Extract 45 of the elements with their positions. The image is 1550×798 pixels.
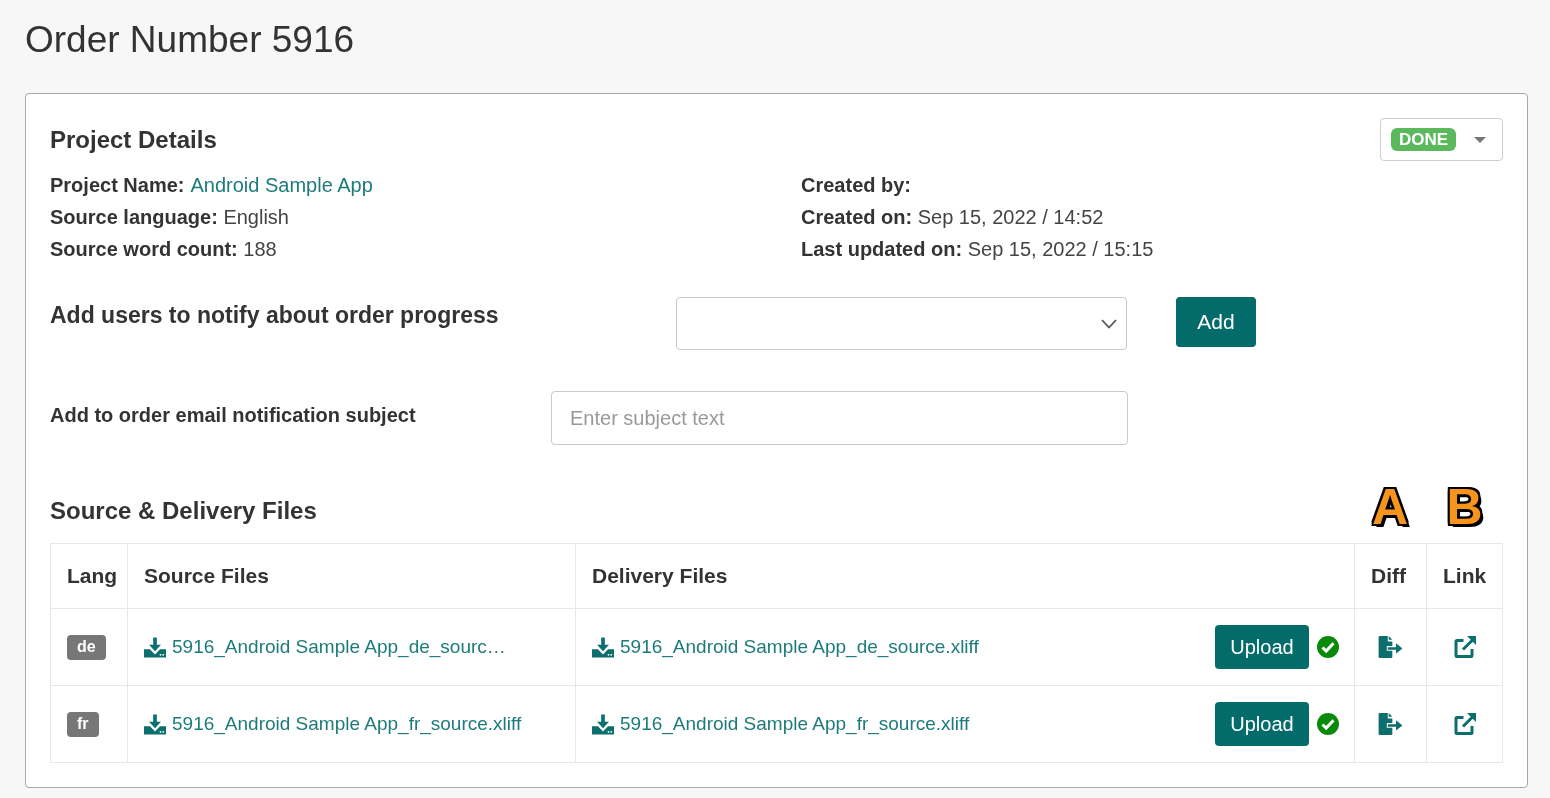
subject-input[interactable]: Enter subject text (551, 391, 1128, 445)
language-badge: de (67, 634, 106, 660)
file-arrow-icon[interactable] (1378, 713, 1403, 735)
external-link-icon[interactable] (1454, 713, 1476, 735)
add-button[interactable]: Add (1176, 297, 1256, 347)
file-link[interactable]: 5916_Android Sample App_de_sourc… (144, 636, 506, 658)
download-icon (592, 636, 614, 658)
field-label: Source language: (50, 206, 218, 228)
chevron-down-icon (1101, 318, 1117, 329)
field-label: Add to order email notification subject (50, 403, 417, 428)
field-label: Created by: (801, 174, 912, 196)
field-value: Sep 15, 2022 / 14:52 (917, 206, 1104, 228)
column-header: Diff (1371, 564, 1406, 588)
upload-button[interactable]: Upload (1215, 625, 1309, 669)
field-label: Add users to notify about order progress (50, 301, 500, 330)
column-header: Source Files (144, 564, 269, 588)
upload-button[interactable]: Upload (1215, 702, 1309, 746)
annotation-letter: A (1371, 481, 1409, 533)
status-badge: DONE (1390, 128, 1456, 151)
field-label: Last updated on: (801, 238, 963, 260)
field-label: Created on: (801, 206, 913, 228)
column-header: Delivery Files (592, 564, 728, 588)
file-arrow-icon[interactable] (1378, 636, 1403, 658)
column-header: Link (1443, 564, 1487, 588)
file-link[interactable]: 5916_Android Sample App_fr_source.xliff (144, 713, 522, 735)
language-badge: fr (67, 711, 99, 737)
project-name-link[interactable]: Android Sample App (190, 174, 373, 196)
annotation-letter: B (1446, 481, 1483, 533)
download-icon (592, 713, 614, 735)
file-link[interactable]: 5916_Android Sample App_fr_source.xliff (592, 713, 970, 735)
field-label: Project Name: (50, 174, 185, 196)
caret-icon (1474, 136, 1486, 143)
field-label: Source word count: (50, 238, 238, 260)
user-select-field[interactable] (676, 297, 1127, 350)
field-value: Sep 15, 2022 / 15:15 (967, 238, 1154, 260)
download-icon (144, 713, 166, 735)
field-value: 188 (243, 238, 277, 260)
external-link-icon[interactable] (1454, 636, 1476, 658)
download-icon (144, 636, 166, 658)
column-header: Lang (67, 564, 118, 588)
section-title: Source & Delivery Files (50, 496, 318, 526)
file-link[interactable]: 5916_Android Sample App_de_source.xliff (592, 636, 979, 658)
field-value: English (223, 206, 289, 228)
page-title: Order Number 5916 (25, 18, 356, 62)
section-title: Project Details (50, 124, 217, 155)
